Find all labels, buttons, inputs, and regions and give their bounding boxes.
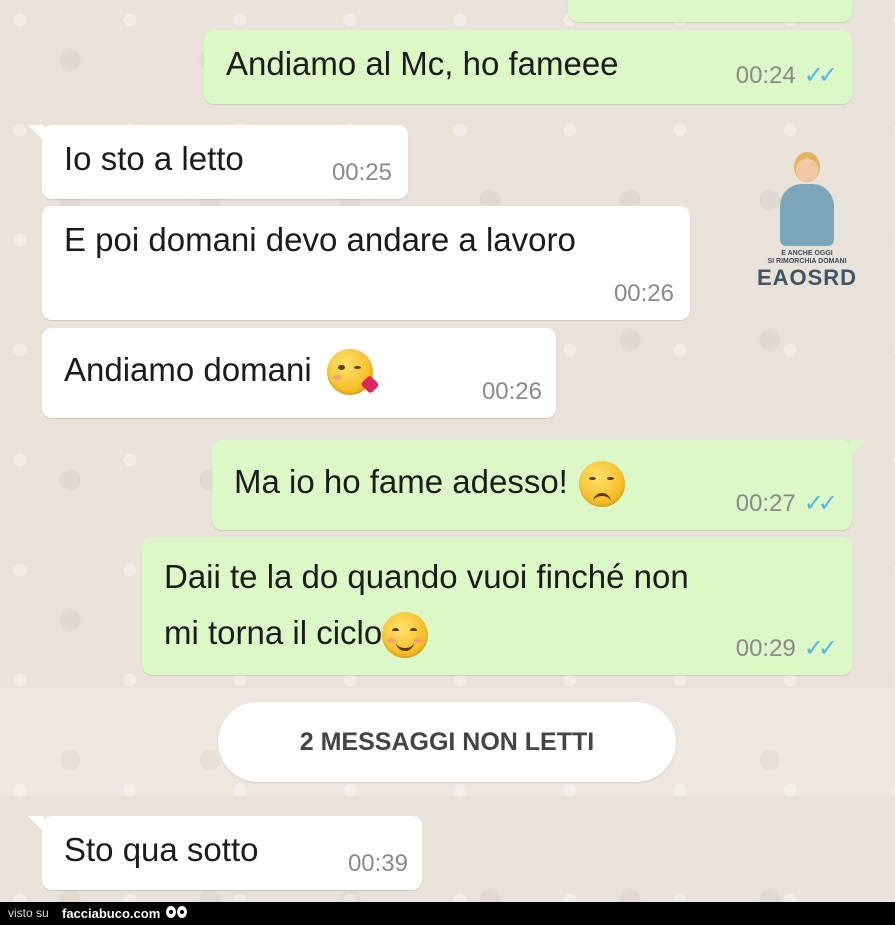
footer-visto-label: visto su	[8, 906, 49, 920]
footer-site-link[interactable]: facciabuco.com	[62, 902, 160, 925]
message-bubble-incoming[interactable]: E poi domani devo andare a lavoro 00:26	[42, 206, 690, 320]
message-text: Sto qua sotto	[64, 831, 259, 868]
message-bubble-incoming[interactable]: Andiamo domani 00:26	[42, 328, 556, 418]
message-bubble-outgoing[interactable]: Daii te la do quando vuoi finché non mi …	[142, 537, 852, 675]
message-text: Andiamo domani	[64, 351, 312, 388]
message-bubble-incoming[interactable]: Io sto a letto 00:25	[28, 125, 408, 199]
message-timestamp: 00:24 ✓✓	[735, 62, 838, 89]
message-text: Ma io ho fame adesso!	[234, 463, 568, 500]
message-timestamp: 00:39	[347, 850, 408, 877]
chat-area[interactable]: Andiamo al Mc, ho fameee 00:24 ✓✓ Io sto …	[0, 0, 895, 902]
message-text: E poi domani devo andare a lavoro	[64, 221, 576, 258]
watermark-tagline: E ANCHE OGGI	[781, 250, 833, 257]
message-text-line: Daii te la do quando vuoi finché non	[164, 558, 689, 595]
read-receipt-icon: ✓✓	[803, 62, 838, 89]
message-timestamp: 00:29 ✓✓	[735, 635, 838, 662]
unamused-emoji-icon	[579, 461, 626, 508]
read-receipt-icon: ✓✓	[803, 635, 838, 662]
read-receipt-icon: ✓✓	[803, 490, 838, 517]
kissing-wink-emoji-icon	[326, 349, 380, 396]
message-bubble-incoming[interactable]: Sto qua sotto 00:39	[28, 816, 422, 890]
message-timestamp: 00:26	[481, 378, 542, 405]
watermark-brand: EAOSRD	[756, 265, 858, 290]
message-bubble-outgoing[interactable]: Andiamo al Mc, ho fameee 00:24 ✓✓	[204, 30, 852, 104]
footer-bar: visto su facciabuco.com	[0, 902, 895, 925]
unread-messages-divider: 2 MESSAGGI NON LETTI	[218, 702, 676, 782]
eyes-logo-icon	[166, 906, 188, 920]
message-timestamp: 00:26	[613, 280, 674, 307]
watermark-logo: E ANCHE OGGI SI RIMORCHIA DOMANI EAOSRD	[752, 150, 862, 310]
message-timestamp: 00:27 ✓✓	[735, 490, 838, 517]
message-text: Io sto a letto	[64, 140, 244, 177]
smiling-emoji-icon	[382, 612, 429, 659]
woman-figure-icon	[772, 150, 842, 250]
message-timestamp: 00:25	[331, 159, 392, 186]
message-bubble-outgoing-partial[interactable]	[568, 0, 852, 22]
message-bubble-outgoing[interactable]: Ma io ho fame adesso! 00:27 ✓✓	[212, 440, 866, 530]
message-text: Andiamo al Mc, ho fameee	[226, 45, 619, 82]
message-text-line: mi torna il ciclo	[164, 605, 830, 661]
